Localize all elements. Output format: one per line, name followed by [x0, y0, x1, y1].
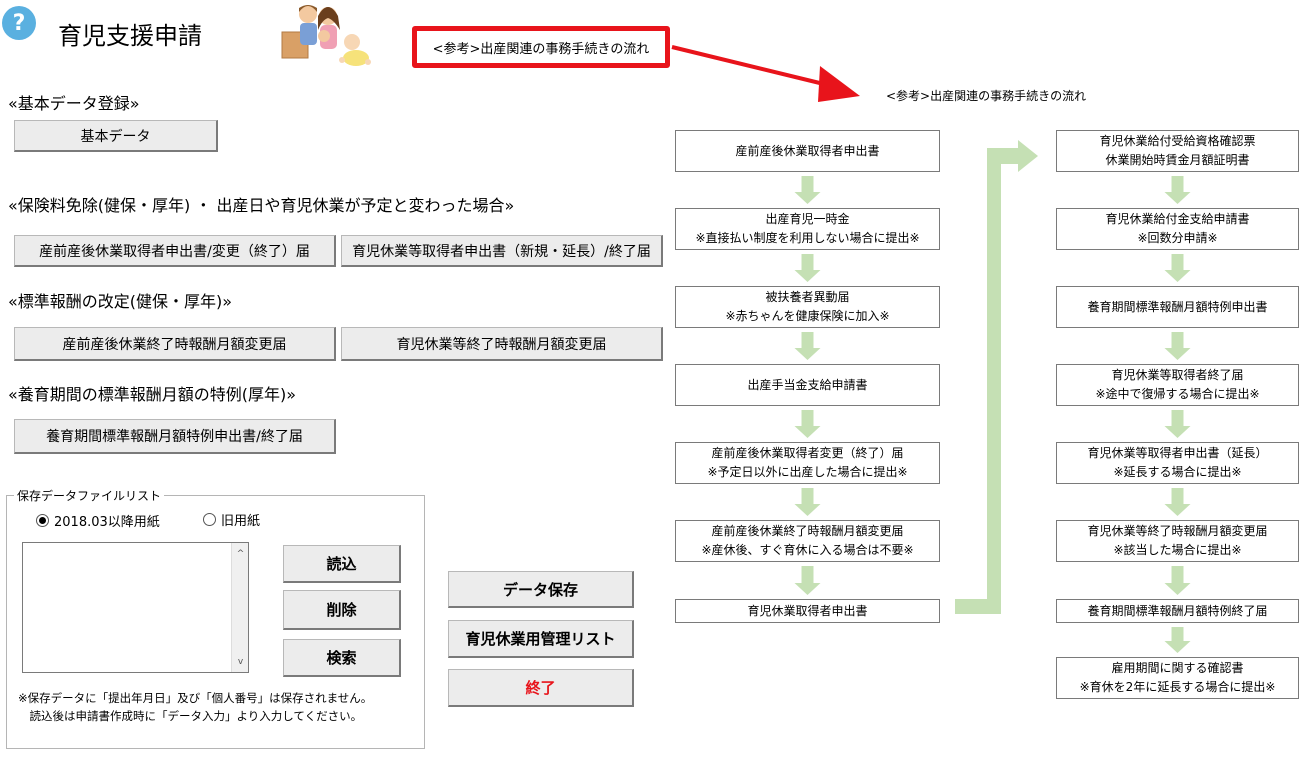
flow-step-text: 養育期間標準報酬月額特例申出書 — [1087, 299, 1268, 314]
section-heading-revision: «標準報酬の改定(健保・厚年)» — [8, 292, 233, 311]
radio-new-form[interactable]: 2018.03以降用紙 — [36, 511, 160, 530]
flow-step-text: 育児休業等取得者終了届 — [1111, 368, 1244, 382]
flow-step-text: 休業開始時賃金月額証明書 — [1105, 153, 1250, 167]
column-link-arrow-body — [955, 140, 1038, 614]
reference-flow-button[interactable]: <参考>出産関連の事務手続きの流れ — [412, 26, 670, 68]
flow-step-right-8: 雇用期間に関する確認書 ※育休を2年に延長する場合に提出※ — [1056, 657, 1299, 699]
radio-label: 旧用紙 — [221, 514, 261, 529]
section-heading-basic: «基本データ登録» — [8, 94, 140, 113]
flow-step-text: ※育休を2年に延長する場合に提出※ — [1079, 680, 1276, 694]
flow-down-arrow — [794, 410, 821, 438]
maternity-leave-notice-button[interactable]: 産前産後休業取得者申出書/変更（終了）届 — [14, 235, 336, 267]
flow-down-arrow — [794, 176, 821, 204]
radio-dot[interactable] — [203, 513, 216, 526]
childcare-leave-notice-button[interactable]: 育児休業等取得者申出書（新規・延長）/終了届 — [341, 235, 663, 267]
flow-step-text: 産前産後休業終了時報酬月額変更届 — [711, 524, 904, 538]
delete-button[interactable]: 削除 — [283, 590, 401, 630]
flow-step-text: ※途中で復帰する場合に提出※ — [1095, 387, 1260, 401]
flow-step-right-5: 育児休業等取得者申出書（延長） ※延長する場合に提出※ — [1056, 442, 1299, 484]
flow-down-arrow — [1164, 176, 1191, 204]
saved-file-listbox[interactable]: ^ v — [22, 542, 249, 673]
flow-down-arrow — [1164, 254, 1191, 282]
radio-dot-selected[interactable] — [36, 514, 49, 527]
radio-old-form[interactable]: 旧用紙 — [203, 510, 260, 529]
flow-step-left-6: 産前産後休業終了時報酬月額変更届 ※産休後、すぐ育休に入る場合は不要※ — [675, 520, 940, 562]
maternity-end-salary-change-button[interactable]: 産前産後休業終了時報酬月額変更届 — [14, 327, 336, 361]
flow-step-left-7: 育児休業取得者申出書 — [675, 599, 940, 623]
flow-step-text: 出産手当金支給申請書 — [747, 377, 868, 392]
flow-step-text: 育児休業取得者申出書 — [747, 603, 868, 618]
flow-down-arrow — [1164, 488, 1191, 516]
flow-down-arrow — [794, 488, 821, 516]
help-icon[interactable]: ? — [2, 6, 36, 40]
page-title: 育児支援申請 — [58, 22, 202, 50]
flow-step-text: 産前産後休業取得者申出書 — [735, 143, 880, 158]
flow-step-text: ※産休後、すぐ育休に入る場合は不要※ — [701, 543, 914, 557]
flow-step-text: ※該当した場合に提出※ — [1113, 543, 1242, 557]
flow-step-left-5: 産前産後休業取得者変更（終了）届 ※予定日以外に出産した場合に提出※ — [675, 442, 940, 484]
flow-step-text: 産前産後休業取得者変更（終了）届 — [711, 446, 904, 460]
section-heading-exemption: «保険料免除(健保・厚年) ・ 出産日や育児休業が予定と変わった場合» — [8, 196, 515, 215]
scroll-down-icon[interactable]: v — [232, 653, 249, 670]
flow-down-arrow — [1164, 410, 1191, 438]
data-save-button[interactable]: データ保存 — [448, 571, 634, 608]
flow-step-right-2: 育児休業給付金支給申請書 ※回数分申請※ — [1056, 208, 1299, 250]
flow-step-left-4: 出産手当金支給申請書 — [675, 364, 940, 406]
search-button[interactable]: 検索 — [283, 639, 401, 677]
special-provision-button[interactable]: 養育期間標準報酬月額特例申出書/終了届 — [14, 419, 336, 454]
flow-step-text: ※赤ちゃんを健康保険に加入※ — [725, 309, 890, 323]
flow-step-text: 被扶養者異動届 — [765, 290, 850, 304]
flow-down-arrow — [794, 332, 821, 360]
flow-step-right-3: 養育期間標準報酬月額特例申出書 — [1056, 286, 1299, 328]
flow-step-text: 育児休業等取得者申出書（延長） — [1087, 446, 1268, 460]
flow-step-text: ※直接払い制度を利用しない場合に提出※ — [695, 231, 920, 245]
flow-step-text: ※回数分申請※ — [1137, 231, 1218, 245]
family-illustration-icon — [281, 5, 371, 66]
flow-step-text: ※予定日以外に出産した場合に提出※ — [707, 465, 908, 479]
flow-down-arrow — [1164, 566, 1191, 595]
callout-arrow — [671, 45, 860, 102]
flow-step-text: 育児休業給付金支給申請書 — [1105, 212, 1250, 226]
load-button[interactable]: 読込 — [283, 545, 401, 583]
flow-step-right-7: 養育期間標準報酬月額特例終了届 — [1056, 599, 1299, 623]
management-list-button[interactable]: 育児休業用管理リスト — [448, 620, 634, 658]
flow-step-text: 出産育児一時金 — [765, 212, 850, 226]
basic-data-button[interactable]: 基本データ — [14, 120, 218, 152]
radio-label: 2018.03以降用紙 — [54, 515, 160, 530]
flow-step-text: 養育期間標準報酬月額特例終了届 — [1087, 603, 1268, 618]
flow-step-text: ※延長する場合に提出※ — [1113, 465, 1242, 479]
flow-step-left-3: 被扶養者異動届 ※赤ちゃんを健康保険に加入※ — [675, 286, 940, 328]
childcare-end-salary-change-button[interactable]: 育児休業等終了時報酬月額変更届 — [341, 327, 663, 361]
flow-step-left-1: 産前産後休業取得者申出書 — [675, 130, 940, 172]
exit-button[interactable]: 終了 — [448, 669, 634, 707]
note-line: 読込後は申請書作成時に「データ入力」より入力してください。 — [18, 709, 363, 723]
save-note: ※保存データに「提出年月日」及び「個人番号」は保存されません。 読込後は申請書作… — [18, 689, 372, 725]
scroll-up-icon[interactable]: ^ — [232, 545, 249, 562]
file-list-legend: 保存データファイルリスト — [14, 487, 165, 504]
flow-step-right-1: 育児休業給付受給資格確認票 休業開始時賃金月額証明書 — [1056, 130, 1299, 172]
flow-down-arrow — [794, 566, 821, 595]
flow-down-arrow — [794, 254, 821, 282]
flow-step-text: 育児休業給付受給資格確認票 — [1099, 134, 1256, 148]
flow-down-arrow — [1164, 627, 1191, 653]
column-link-arrow — [955, 142, 1036, 600]
flow-step-left-2: 出産育児一時金 ※直接払い制度を利用しない場合に提出※ — [675, 208, 940, 250]
section-heading-special: «養育期間の標準報酬月額の特例(厚年)» — [8, 385, 297, 404]
flowchart-label: <参考>出産関連の事務手続きの流れ — [886, 89, 1087, 103]
note-line: ※保存データに「提出年月日」及び「個人番号」は保存されません。 — [18, 691, 373, 705]
flow-step-text: 育児休業等終了時報酬月額変更届 — [1087, 524, 1268, 538]
flow-step-right-6: 育児休業等終了時報酬月額変更届 ※該当した場合に提出※ — [1056, 520, 1299, 562]
flow-step-right-4: 育児休業等取得者終了届 ※途中で復帰する場合に提出※ — [1056, 364, 1299, 406]
flow-down-arrow — [1164, 332, 1191, 360]
listbox-scrollbar[interactable]: ^ v — [231, 543, 248, 672]
flow-step-text: 雇用期間に関する確認書 — [1111, 661, 1244, 675]
